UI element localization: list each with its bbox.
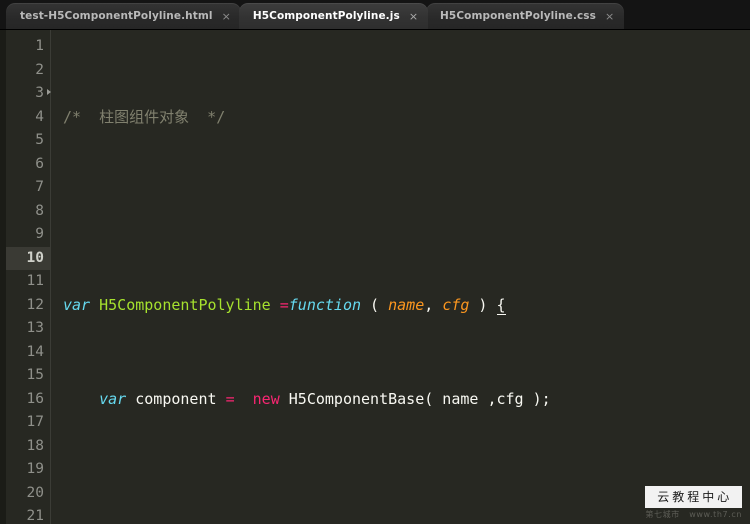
tab-label: test-H5ComponentPolyline.html bbox=[20, 10, 213, 22]
tab-label: H5ComponentPolyline.js bbox=[252, 10, 400, 22]
line-number-current: 10 bbox=[6, 246, 50, 270]
code-token-indent bbox=[63, 390, 99, 408]
line-number: 2 bbox=[35, 61, 44, 78]
line-number: 21 bbox=[26, 508, 44, 524]
code-line-1: /* 柱图组件对象 */ bbox=[63, 106, 750, 130]
close-icon[interactable]: × bbox=[222, 11, 231, 22]
code-token-operator: = bbox=[279, 295, 289, 314]
line-number: 7 bbox=[35, 179, 44, 195]
line-number-text: 3 bbox=[35, 85, 44, 101]
line-number: 4 bbox=[35, 108, 44, 125]
close-icon[interactable]: × bbox=[409, 11, 418, 22]
code-token-keyword-new: new bbox=[252, 389, 280, 408]
line-number: 15 bbox=[26, 367, 44, 383]
line-number: 18 bbox=[26, 437, 44, 454]
code-editor-body[interactable]: 1 2 3 4 5 6 7 8 9 10 11 12 13 14 15 16 1… bbox=[0, 30, 750, 524]
tab-test-h5componentpolyline-html[interactable]: test-H5ComponentPolyline.html × bbox=[6, 3, 241, 29]
line-number: 1 bbox=[35, 38, 44, 54]
code-token-comment: /* 柱图组件对象 */ bbox=[63, 107, 226, 126]
code-token-identifier: H5ComponentBase( name ,cfg ); bbox=[279, 389, 551, 408]
code-token-identifier: H5ComponentPolyline bbox=[99, 295, 271, 314]
code-line-4: var component = new H5ComponentBase( nam… bbox=[63, 388, 750, 412]
line-number: 3 bbox=[6, 82, 51, 106]
line-number: 17 bbox=[26, 414, 44, 430]
line-number: 11 bbox=[26, 273, 44, 289]
close-icon[interactable]: × bbox=[605, 11, 614, 22]
code-token-operator: = bbox=[225, 389, 235, 408]
line-number: 16 bbox=[26, 390, 44, 407]
code-text-area[interactable]: /* 柱图组件对象 */ var H5ComponentPolyline =fu… bbox=[51, 30, 750, 524]
tab-h5componentpolyline-css[interactable]: H5ComponentPolyline.css × bbox=[426, 3, 625, 29]
line-number: 19 bbox=[26, 461, 44, 477]
code-token-punct: , bbox=[424, 295, 443, 314]
line-number: 8 bbox=[35, 202, 44, 219]
line-number: 5 bbox=[35, 132, 44, 148]
code-token-punct: ( bbox=[361, 295, 389, 314]
code-token-keyword-var: var bbox=[99, 389, 127, 408]
code-token-punct: ) bbox=[469, 295, 497, 314]
code-token-identifier: component bbox=[126, 389, 226, 408]
tab-bar: test-H5ComponentPolyline.html × H5Compon… bbox=[0, 0, 750, 30]
tab-label: H5ComponentPolyline.css bbox=[440, 10, 596, 22]
line-number: 6 bbox=[35, 155, 44, 172]
code-fold-arrow-icon[interactable] bbox=[47, 89, 51, 95]
code-token-keyword-function: function bbox=[288, 295, 362, 314]
code-token-brace-open: { bbox=[496, 295, 506, 315]
code-editor-window: test-H5ComponentPolyline.html × H5Compon… bbox=[0, 0, 750, 524]
line-number: 20 bbox=[26, 484, 44, 501]
line-number: 12 bbox=[26, 296, 44, 313]
line-number-gutter[interactable]: 1 2 3 4 5 6 7 8 9 10 11 12 13 14 15 16 1… bbox=[6, 30, 51, 524]
code-token-keyword-var: var bbox=[63, 295, 91, 314]
line-number: 14 bbox=[26, 343, 44, 360]
code-token-param-cfg: cfg bbox=[442, 295, 470, 314]
line-number: 13 bbox=[26, 320, 44, 336]
code-line-3: var H5ComponentPolyline =function ( name… bbox=[63, 294, 750, 318]
code-token-param-name: name bbox=[388, 295, 425, 314]
line-number: 9 bbox=[35, 226, 44, 242]
tab-h5componentpolyline-js[interactable]: H5ComponentPolyline.js × bbox=[238, 3, 429, 29]
